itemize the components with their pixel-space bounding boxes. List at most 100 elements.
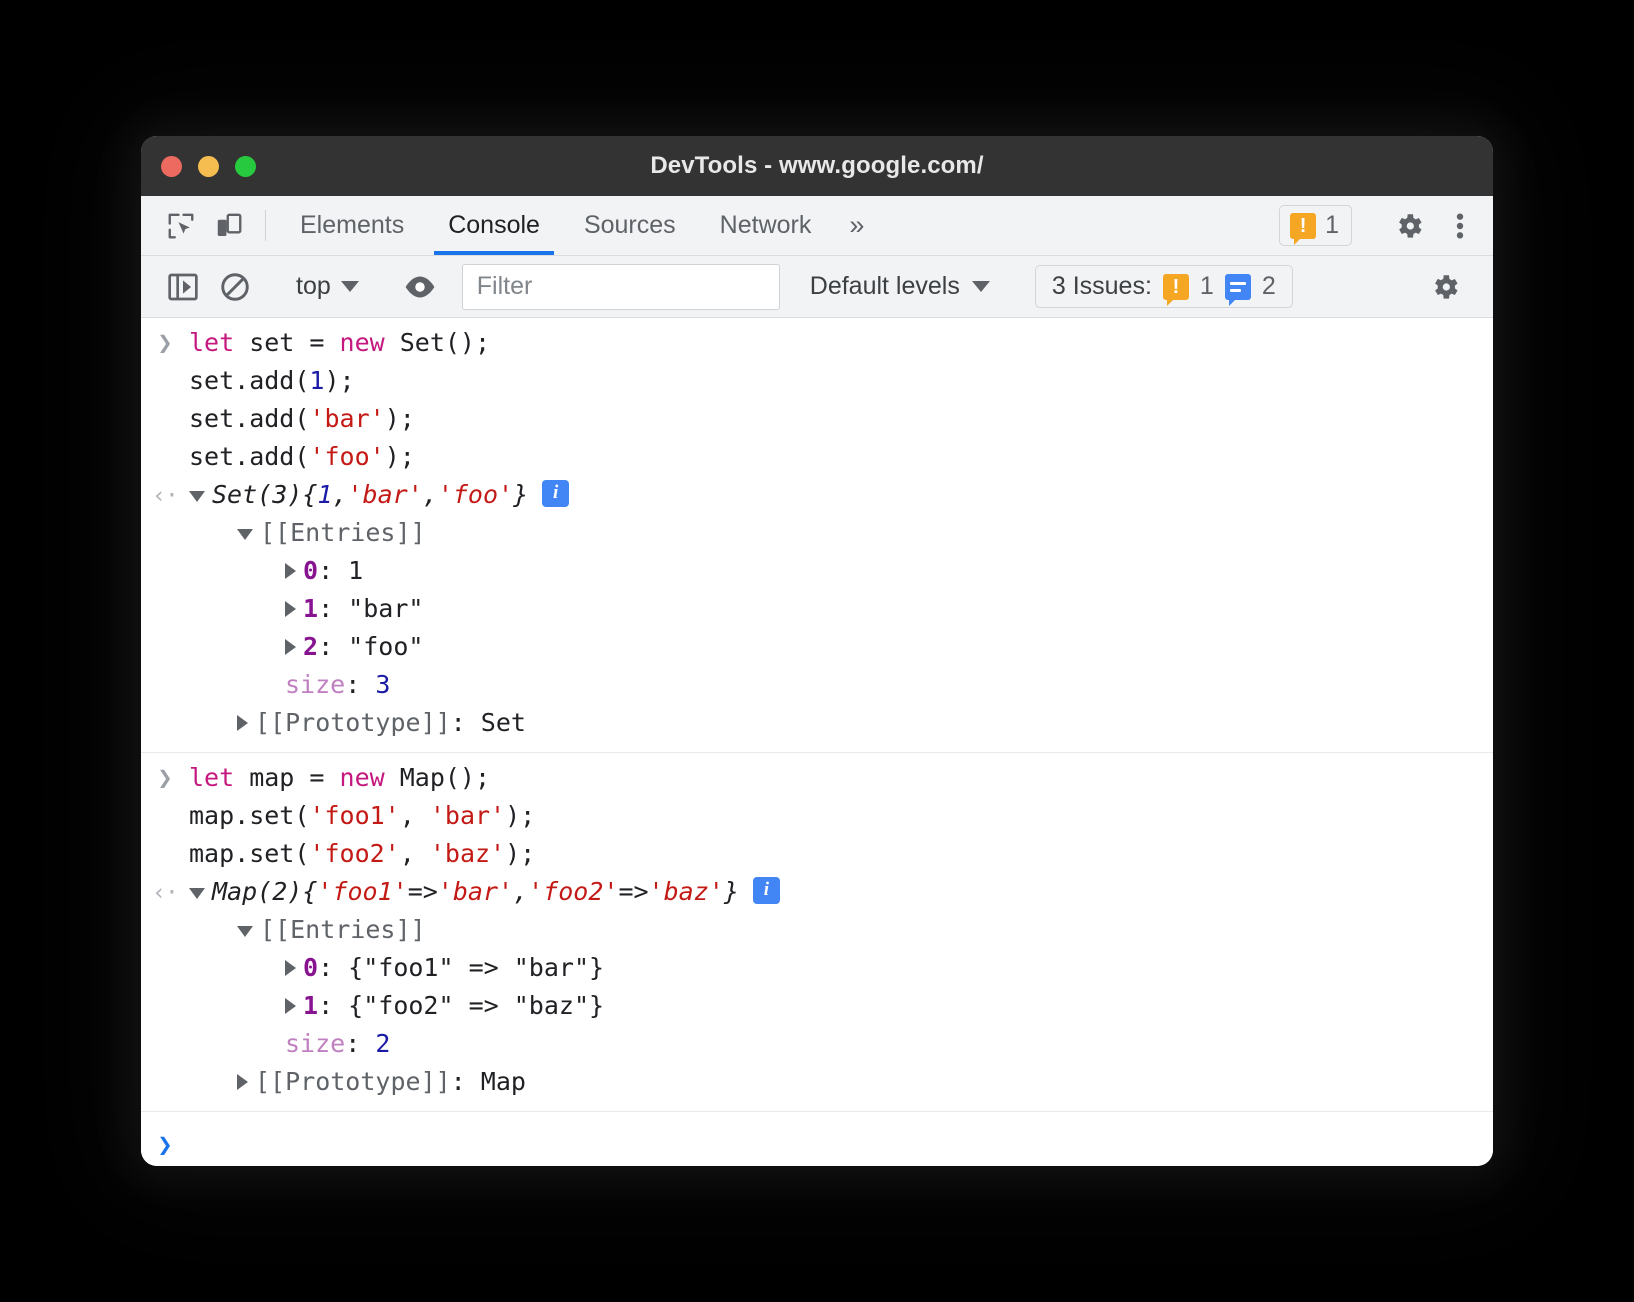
result-object-tree: Set(3) {1, 'bar', 'foo'} i [[Entries]] 0… bbox=[189, 476, 569, 742]
warning-icon: ! bbox=[1290, 213, 1316, 239]
console-prompt-row[interactable]: ❯ bbox=[141, 1112, 1493, 1164]
devtools-window: DevTools - www.google.com/ Elements bbox=[141, 136, 1493, 1166]
prototype-label: [[Prototype]] bbox=[255, 1063, 451, 1101]
tab-elements[interactable]: Elements bbox=[278, 196, 426, 255]
console-settings-icon[interactable] bbox=[1419, 265, 1471, 309]
log-levels-label: Default levels bbox=[810, 272, 960, 301]
code-line: let set = new Set(); bbox=[189, 324, 490, 362]
screenshot-stage: DevTools - www.google.com/ Elements bbox=[0, 0, 1634, 1302]
result-arrow-icon: ‹· bbox=[141, 873, 189, 912]
console-group: ❯ let set = new Set(); set.add(1); set.a… bbox=[141, 318, 1493, 753]
tab-elements-label: Elements bbox=[300, 211, 404, 240]
object-type-label: Set(3) bbox=[212, 476, 302, 514]
entry-value: {"foo2" => "baz"} bbox=[348, 987, 604, 1025]
filter-input[interactable] bbox=[462, 264, 780, 310]
entry-value: "bar" bbox=[348, 590, 423, 628]
input-prompt-arrow: ❯ bbox=[141, 759, 189, 797]
expand-triangle-right-icon[interactable] bbox=[237, 1074, 248, 1090]
tab-network-label: Network bbox=[720, 211, 812, 240]
console-output[interactable]: ❯ let set = new Set(); set.add(1); set.a… bbox=[141, 318, 1493, 1166]
entry-row[interactable]: 1: "bar" bbox=[189, 590, 569, 628]
object-header[interactable]: Set(3) {1, 'bar', 'foo'} i bbox=[189, 476, 569, 514]
entry-row[interactable]: 2: "foo" bbox=[189, 628, 569, 666]
chevron-down-icon bbox=[341, 281, 359, 292]
console-input-code: let set = new Set(); set.add(1); set.add… bbox=[189, 324, 490, 476]
expand-triangle-down-icon[interactable] bbox=[237, 926, 253, 937]
prototype-label: [[Prototype]] bbox=[255, 704, 451, 742]
live-expression-icon[interactable] bbox=[394, 265, 446, 309]
console-sidebar-icon[interactable] bbox=[157, 265, 209, 309]
entry-key: 0 bbox=[303, 949, 318, 987]
warning-icon: ! bbox=[1163, 274, 1189, 300]
warning-count-badge[interactable]: ! 1 bbox=[1279, 205, 1352, 246]
window-titlebar: DevTools - www.google.com/ bbox=[141, 136, 1493, 196]
tabbar-divider bbox=[265, 210, 266, 241]
more-tabs-label: » bbox=[849, 210, 864, 241]
info-badge-wrap: i bbox=[542, 480, 569, 507]
info-badge-icon[interactable]: i bbox=[753, 877, 780, 904]
console-input-code: let map = new Map(); map.set('foo1', 'ba… bbox=[189, 759, 535, 873]
code-line: map.set('foo1', 'bar'); bbox=[189, 797, 535, 835]
info-badge-icon[interactable]: i bbox=[542, 480, 569, 507]
expand-triangle-right-icon[interactable] bbox=[285, 563, 296, 579]
more-tabs-chevron-icon[interactable]: » bbox=[833, 196, 880, 255]
object-header[interactable]: Map(2) {'foo1' => 'bar', 'foo2' => 'baz'… bbox=[189, 873, 780, 911]
expand-triangle-down-icon[interactable] bbox=[237, 529, 253, 540]
device-toolbar-icon[interactable] bbox=[205, 196, 253, 255]
code-line: map.set('foo2', 'baz'); bbox=[189, 835, 535, 873]
console-input-row[interactable]: ❯ let set = new Set(); set.add(1); set.a… bbox=[141, 324, 1493, 476]
entry-key: 1 bbox=[303, 590, 318, 628]
entry-key: 1 bbox=[303, 987, 318, 1025]
prototype-row[interactable]: [[Prototype]]: Set bbox=[189, 704, 569, 742]
devtools-tabbar: Elements Console Sources Network » ! bbox=[141, 196, 1493, 256]
warning-count-label: 1 bbox=[1325, 211, 1339, 240]
code-line: let map = new Map(); bbox=[189, 759, 535, 797]
console-group: ❯ let map = new Map(); map.set('foo1', '… bbox=[141, 753, 1493, 1112]
execution-context-selector[interactable]: top bbox=[286, 272, 369, 301]
tabbar-right-controls: ! 1 bbox=[1279, 196, 1493, 255]
tab-sources[interactable]: Sources bbox=[562, 196, 698, 255]
inspect-element-icon[interactable] bbox=[157, 196, 205, 255]
tab-network[interactable]: Network bbox=[698, 196, 834, 255]
expand-triangle-right-icon[interactable] bbox=[237, 715, 248, 731]
entries-label: [[Entries]] bbox=[260, 514, 426, 552]
size-row: size: 2 bbox=[189, 1025, 780, 1063]
entry-value: {"foo1" => "bar"} bbox=[348, 949, 604, 987]
entry-row[interactable]: 0: 1 bbox=[189, 552, 569, 590]
code-line: set.add('foo'); bbox=[189, 438, 490, 476]
tab-console[interactable]: Console bbox=[426, 196, 562, 255]
size-label: size bbox=[285, 666, 345, 704]
expand-triangle-down-icon[interactable] bbox=[189, 491, 205, 502]
more-options-icon[interactable] bbox=[1441, 210, 1475, 242]
input-prompt-arrow: ❯ bbox=[141, 324, 189, 362]
code-line: set.add(1); bbox=[189, 362, 490, 400]
prototype-value: Set bbox=[481, 704, 526, 742]
prompt-arrow-icon: ❯ bbox=[141, 1126, 189, 1164]
tab-console-label: Console bbox=[448, 211, 540, 240]
expand-triangle-down-icon[interactable] bbox=[189, 888, 205, 899]
issues-badge[interactable]: 3 Issues: ! 1 2 bbox=[1035, 265, 1293, 308]
prototype-value: Map bbox=[481, 1063, 526, 1101]
entry-row[interactable]: 1: {"foo2" => "baz"} bbox=[189, 987, 780, 1025]
entries-row[interactable]: [[Entries]] bbox=[189, 911, 780, 949]
entries-row[interactable]: [[Entries]] bbox=[189, 514, 569, 552]
issues-info-count: 2 bbox=[1262, 272, 1276, 301]
issues-warning-count: 1 bbox=[1200, 272, 1214, 301]
console-result-row: ‹· Map(2) {'foo1' => 'bar', 'foo2' => 'b… bbox=[141, 873, 1493, 1101]
entry-value: 1 bbox=[348, 552, 363, 590]
log-levels-selector[interactable]: Default levels bbox=[796, 272, 1004, 301]
expand-triangle-right-icon[interactable] bbox=[285, 601, 296, 617]
prototype-row[interactable]: [[Prototype]]: Map bbox=[189, 1063, 780, 1101]
expand-triangle-right-icon[interactable] bbox=[285, 960, 296, 976]
entry-row[interactable]: 0: {"foo1" => "bar"} bbox=[189, 949, 780, 987]
console-toolbar: top Default levels 3 Issues: ! 1 bbox=[141, 256, 1493, 318]
expand-triangle-right-icon[interactable] bbox=[285, 639, 296, 655]
clear-console-icon[interactable] bbox=[209, 265, 261, 309]
code-line: set.add('bar'); bbox=[189, 400, 490, 438]
settings-gear-icon[interactable] bbox=[1377, 210, 1441, 242]
console-input-row[interactable]: ❯ let map = new Map(); map.set('foo1', '… bbox=[141, 759, 1493, 873]
toolbar-right-controls bbox=[1394, 265, 1493, 309]
result-arrow-icon: ‹· bbox=[141, 476, 189, 515]
issues-label: 3 Issues: bbox=[1052, 272, 1152, 301]
expand-triangle-right-icon[interactable] bbox=[285, 998, 296, 1014]
